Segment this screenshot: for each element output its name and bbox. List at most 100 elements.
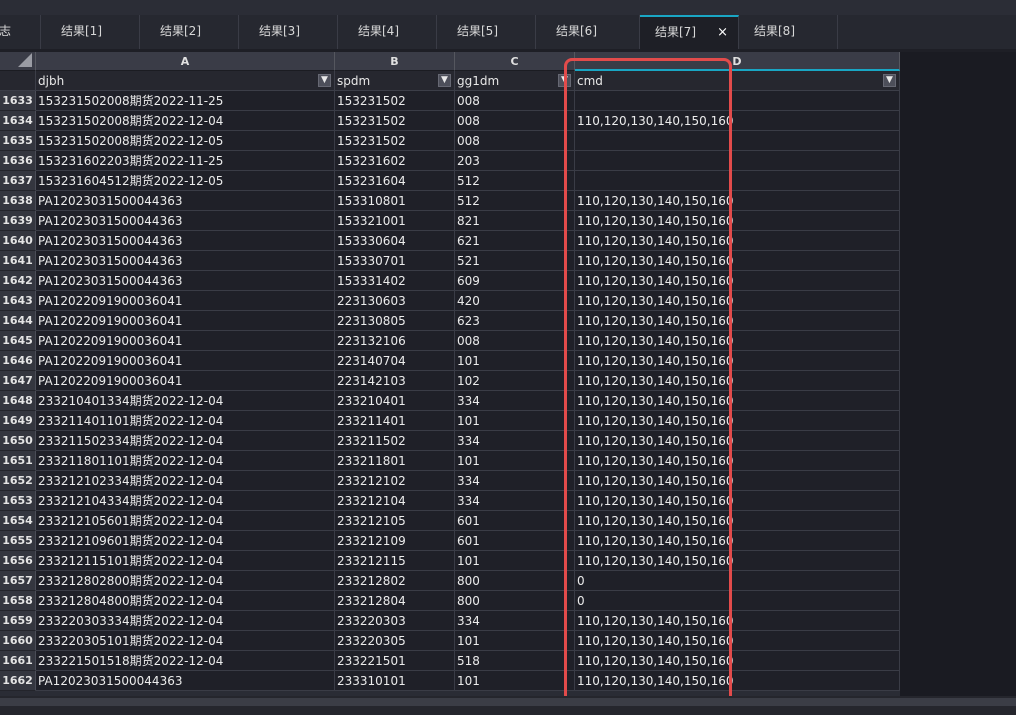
cell-djbh[interactable]: 233212802800期货2022-12-04 bbox=[36, 571, 335, 591]
row-number[interactable]: 1635 bbox=[0, 131, 36, 151]
column-letter-c[interactable]: C bbox=[455, 52, 575, 71]
cell-cmd[interactable]: 110,120,130,140,150,160 bbox=[575, 231, 900, 251]
row-number[interactable]: 1649 bbox=[0, 411, 36, 431]
select-all-corner[interactable] bbox=[0, 52, 36, 71]
row-number[interactable]: 1659 bbox=[0, 611, 36, 631]
cell-cmd[interactable]: 110,120,130,140,150,160 bbox=[575, 651, 900, 671]
cell-gg1dm[interactable]: 334 bbox=[455, 391, 575, 411]
cell-djbh[interactable]: 233212104334期货2022-12-04 bbox=[36, 491, 335, 511]
cell-cmd[interactable]: 110,120,130,140,150,160 bbox=[575, 511, 900, 531]
cell-spdm[interactable]: 223142103 bbox=[335, 371, 455, 391]
cell-gg1dm[interactable]: 800 bbox=[455, 571, 575, 591]
cell-djbh[interactable]: PA12023031500044363 bbox=[36, 231, 335, 251]
cell-djbh[interactable]: 233211401101期货2022-12-04 bbox=[36, 411, 335, 431]
cell-djbh[interactable]: 153231602203期货2022-11-25 bbox=[36, 151, 335, 171]
chevron-down-icon[interactable]: ▼ bbox=[883, 74, 896, 87]
cell-gg1dm[interactable]: 101 bbox=[455, 451, 575, 471]
tab-result-1[interactable]: 结果[1] bbox=[41, 15, 140, 49]
cell-cmd[interactable]: 0 bbox=[575, 591, 900, 611]
cell-gg1dm[interactable]: 601 bbox=[455, 531, 575, 551]
cell-djbh[interactable]: PA12023031500044363 bbox=[36, 211, 335, 231]
cell-djbh[interactable]: 233212109601期货2022-12-04 bbox=[36, 531, 335, 551]
cell-spdm[interactable]: 233212109 bbox=[335, 531, 455, 551]
chevron-down-icon[interactable]: ▼ bbox=[318, 74, 331, 87]
horizontal-scrollbar[interactable] bbox=[0, 696, 1016, 715]
cell-spdm[interactable]: 153231502 bbox=[335, 91, 455, 111]
cell-cmd[interactable]: 110,120,130,140,150,160 bbox=[575, 431, 900, 451]
row-number[interactable]: 1662 bbox=[0, 671, 36, 691]
cell-spdm[interactable]: 233211401 bbox=[335, 411, 455, 431]
row-number[interactable]: 1657 bbox=[0, 571, 36, 591]
cell-cmd[interactable]: 110,120,130,140,150,160 bbox=[575, 491, 900, 511]
row-number[interactable]: 1642 bbox=[0, 271, 36, 291]
cell-djbh[interactable]: 233212102334期货2022-12-04 bbox=[36, 471, 335, 491]
cell-spdm[interactable]: 153321001 bbox=[335, 211, 455, 231]
cell-gg1dm[interactable]: 623 bbox=[455, 311, 575, 331]
cell-spdm[interactable]: 153231604 bbox=[335, 171, 455, 191]
cell-gg1dm[interactable]: 101 bbox=[455, 631, 575, 651]
cell-djbh[interactable]: 233220305101期货2022-12-04 bbox=[36, 631, 335, 651]
cell-cmd[interactable] bbox=[575, 151, 900, 171]
cell-gg1dm[interactable]: 101 bbox=[455, 351, 575, 371]
cell-spdm[interactable]: 233212804 bbox=[335, 591, 455, 611]
tab-result-6[interactable]: 结果[6] bbox=[536, 15, 640, 49]
cell-gg1dm[interactable]: 512 bbox=[455, 171, 575, 191]
cell-gg1dm[interactable]: 203 bbox=[455, 151, 575, 171]
cell-gg1dm[interactable]: 334 bbox=[455, 431, 575, 451]
tab-log[interactable]: 志 bbox=[0, 15, 41, 49]
field-header-cmd[interactable]: cmd ▼ bbox=[575, 71, 900, 91]
tab-result-4[interactable]: 结果[4] bbox=[338, 15, 437, 49]
cell-gg1dm[interactable]: 008 bbox=[455, 91, 575, 111]
row-number[interactable]: 1643 bbox=[0, 291, 36, 311]
field-header-djbh[interactable]: djbh ▼ bbox=[36, 71, 335, 91]
chevron-down-icon[interactable]: ▼ bbox=[438, 74, 451, 87]
cell-djbh[interactable]: 153231502008期货2022-12-05 bbox=[36, 131, 335, 151]
field-header-spdm[interactable]: spdm ▼ bbox=[335, 71, 455, 91]
row-number[interactable]: 1640 bbox=[0, 231, 36, 251]
chevron-down-icon[interactable]: ▼ bbox=[558, 74, 571, 87]
tab-result-8[interactable]: 结果[8] bbox=[739, 15, 838, 49]
cell-djbh[interactable]: PA12022091900036041 bbox=[36, 371, 335, 391]
cell-djbh[interactable]: 233211801101期货2022-12-04 bbox=[36, 451, 335, 471]
cell-cmd[interactable] bbox=[575, 171, 900, 191]
tab-result-5[interactable]: 结果[5] bbox=[437, 15, 536, 49]
column-letter-d[interactable]: D bbox=[575, 52, 900, 71]
row-number[interactable]: 1652 bbox=[0, 471, 36, 491]
tab-result-2[interactable]: 结果[2] bbox=[140, 15, 239, 49]
cell-djbh[interactable]: PA12022091900036041 bbox=[36, 311, 335, 331]
cell-cmd[interactable]: 110,120,130,140,150,160 bbox=[575, 451, 900, 471]
cell-spdm[interactable]: 223130603 bbox=[335, 291, 455, 311]
cell-spdm[interactable]: 233212802 bbox=[335, 571, 455, 591]
cell-spdm[interactable]: 233212115 bbox=[335, 551, 455, 571]
column-letter-a[interactable]: A bbox=[36, 52, 335, 71]
cell-cmd[interactable]: 110,120,130,140,150,160 bbox=[575, 411, 900, 431]
cell-gg1dm[interactable]: 101 bbox=[455, 551, 575, 571]
cell-spdm[interactable]: 233210401 bbox=[335, 391, 455, 411]
cell-gg1dm[interactable]: 821 bbox=[455, 211, 575, 231]
cell-gg1dm[interactable]: 512 bbox=[455, 191, 575, 211]
cell-cmd[interactable]: 110,120,130,140,150,160 bbox=[575, 291, 900, 311]
cell-spdm[interactable]: 153330604 bbox=[335, 231, 455, 251]
cell-cmd[interactable]: 110,120,130,140,150,160 bbox=[575, 471, 900, 491]
cell-spdm[interactable]: 153231502 bbox=[335, 131, 455, 151]
cell-cmd[interactable]: 110,120,130,140,150,160 bbox=[575, 111, 900, 131]
cell-gg1dm[interactable]: 621 bbox=[455, 231, 575, 251]
result-grid[interactable]: A B C D djbh ▼ spdm ▼ gg1dm ▼ cmd ▼ 1633… bbox=[0, 52, 900, 696]
cell-gg1dm[interactable]: 609 bbox=[455, 271, 575, 291]
row-number[interactable]: 1654 bbox=[0, 511, 36, 531]
cell-djbh[interactable]: 233210401334期货2022-12-04 bbox=[36, 391, 335, 411]
cell-gg1dm[interactable]: 521 bbox=[455, 251, 575, 271]
cell-spdm[interactable]: 153310801 bbox=[335, 191, 455, 211]
row-number[interactable]: 1653 bbox=[0, 491, 36, 511]
cell-djbh[interactable]: PA12022091900036041 bbox=[36, 331, 335, 351]
scrollbar-thumb[interactable] bbox=[0, 698, 1016, 706]
cell-cmd[interactable]: 110,120,130,140,150,160 bbox=[575, 211, 900, 231]
row-number[interactable]: 1647 bbox=[0, 371, 36, 391]
close-tab-icon[interactable]: × bbox=[717, 17, 728, 48]
cell-djbh[interactable]: PA12023031500044363 bbox=[36, 251, 335, 271]
cell-gg1dm[interactable]: 102 bbox=[455, 371, 575, 391]
cell-gg1dm[interactable]: 101 bbox=[455, 411, 575, 431]
row-number[interactable]: 1637 bbox=[0, 171, 36, 191]
cell-cmd[interactable] bbox=[575, 131, 900, 151]
cell-spdm[interactable]: 223140704 bbox=[335, 351, 455, 371]
